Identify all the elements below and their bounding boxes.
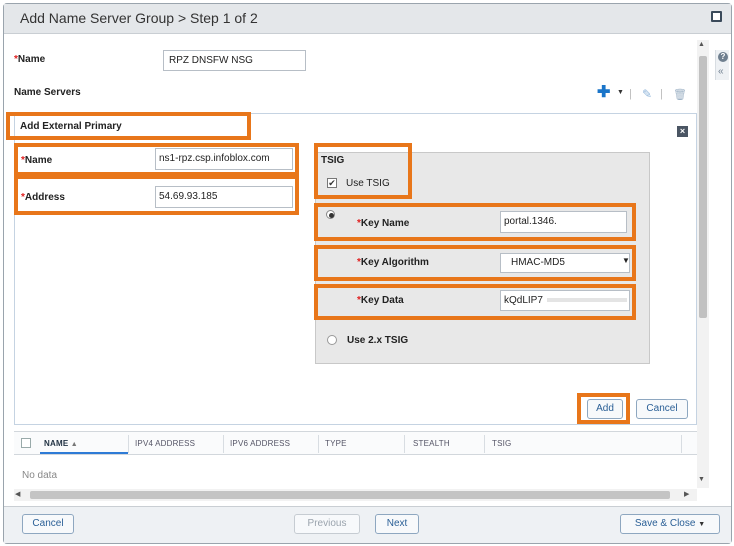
address-label: *Address <box>21 192 65 203</box>
tsig-highlight <box>314 143 412 199</box>
save-close-button[interactable]: Save & Close ▼ <box>620 514 720 534</box>
key-algorithm-select[interactable]: HMAC-MD5 <box>500 253 630 273</box>
scroll-down-icon[interactable]: ▼ <box>698 476 705 483</box>
grid-separator <box>318 435 319 453</box>
tsig-heading: TSIG <box>321 155 345 166</box>
save-close-label: Save & Close <box>634 518 696 529</box>
close-icon[interactable]: × <box>677 126 688 137</box>
footer-cancel-button[interactable]: Cancel <box>22 514 74 534</box>
grid-col-ipv4[interactable]: IPV4 ADDRESS <box>135 439 195 448</box>
grid-separator <box>128 435 129 453</box>
maximize-icon[interactable] <box>711 11 722 22</box>
key-name-label: *Key Name <box>357 218 410 229</box>
grid-col-type[interactable]: TYPE <box>325 439 347 448</box>
name-input[interactable]: RPZ DNSFW NSG <box>163 50 306 71</box>
use-tsig-label: Use TSIG <box>346 178 390 189</box>
sort-underline <box>40 452 128 454</box>
previous-button[interactable]: Previous <box>294 514 360 534</box>
key-data-value: kQdLIP7 <box>504 295 543 306</box>
scroll-up-icon[interactable]: ▲ <box>698 41 705 48</box>
toolbar-separator: | <box>660 88 663 100</box>
delete-icon[interactable]: 🗑 <box>673 88 687 101</box>
edit-icon[interactable]: ✎ <box>642 87 652 101</box>
key-data-mask <box>546 298 627 303</box>
address-input[interactable]: 54.69.93.185 <box>155 186 293 208</box>
scroll-left-icon[interactable]: ◀ <box>15 490 20 498</box>
add-button[interactable]: Add <box>587 399 623 419</box>
grid-separator <box>223 435 224 453</box>
grid-col-name[interactable]: NAME ▲ <box>44 439 78 448</box>
use-2x-tsig-label: Use 2.x TSIG <box>347 335 409 346</box>
chevron-down-icon: ▼ <box>698 521 706 528</box>
key-algorithm-value: HMAC-MD5 <box>511 257 565 268</box>
vertical-scrollbar-thumb[interactable] <box>699 56 707 318</box>
add-icon[interactable]: ✚ <box>597 85 610 101</box>
chevron-down-icon[interactable]: ▼ <box>617 89 624 96</box>
grid-col-ipv6[interactable]: IPV6 ADDRESS <box>230 439 290 448</box>
next-button[interactable]: Next <box>375 514 419 534</box>
grid-col-tsig[interactable]: TSIG <box>492 439 511 448</box>
dialog-title: Add Name Server Group > Step 1 of 2 <box>20 10 258 26</box>
key-data-input[interactable]: kQdLIP7 <box>500 290 630 311</box>
key-data-label: *Key Data <box>357 295 404 306</box>
grid-separator <box>484 435 485 453</box>
grid-separator <box>404 435 405 453</box>
collapse-icon[interactable]: « <box>718 66 724 77</box>
key-name-radio[interactable] <box>326 210 335 219</box>
grid-col-stealth[interactable]: STEALTH <box>413 439 450 448</box>
chevron-down-icon[interactable]: ▼ <box>622 256 630 265</box>
panel-title: Add External Primary <box>20 121 122 132</box>
scroll-right-icon[interactable]: ▶ <box>684 490 689 498</box>
ext-name-label: *Name <box>21 155 53 166</box>
key-algorithm-label: *Key Algorithm <box>357 257 429 268</box>
cancel-button[interactable]: Cancel <box>636 399 688 419</box>
use-2x-tsig-radio[interactable] <box>327 335 337 345</box>
ext-name-input[interactable]: ns1-rpz.csp.infoblox.com <box>155 148 293 170</box>
horizontal-scrollbar-thumb[interactable] <box>30 491 670 499</box>
toolbar-separator: | <box>629 88 632 100</box>
name-label: *Name <box>14 54 46 65</box>
key-name-input[interactable]: portal.1346. <box>500 211 627 233</box>
grid-empty-text: No data <box>22 470 58 481</box>
select-all-checkbox[interactable] <box>21 438 31 448</box>
name-servers-label: Name Servers <box>14 87 81 98</box>
grid-separator <box>681 435 682 453</box>
use-tsig-checkbox[interactable]: ✔ <box>327 178 337 188</box>
help-icon[interactable]: ? <box>718 52 728 62</box>
